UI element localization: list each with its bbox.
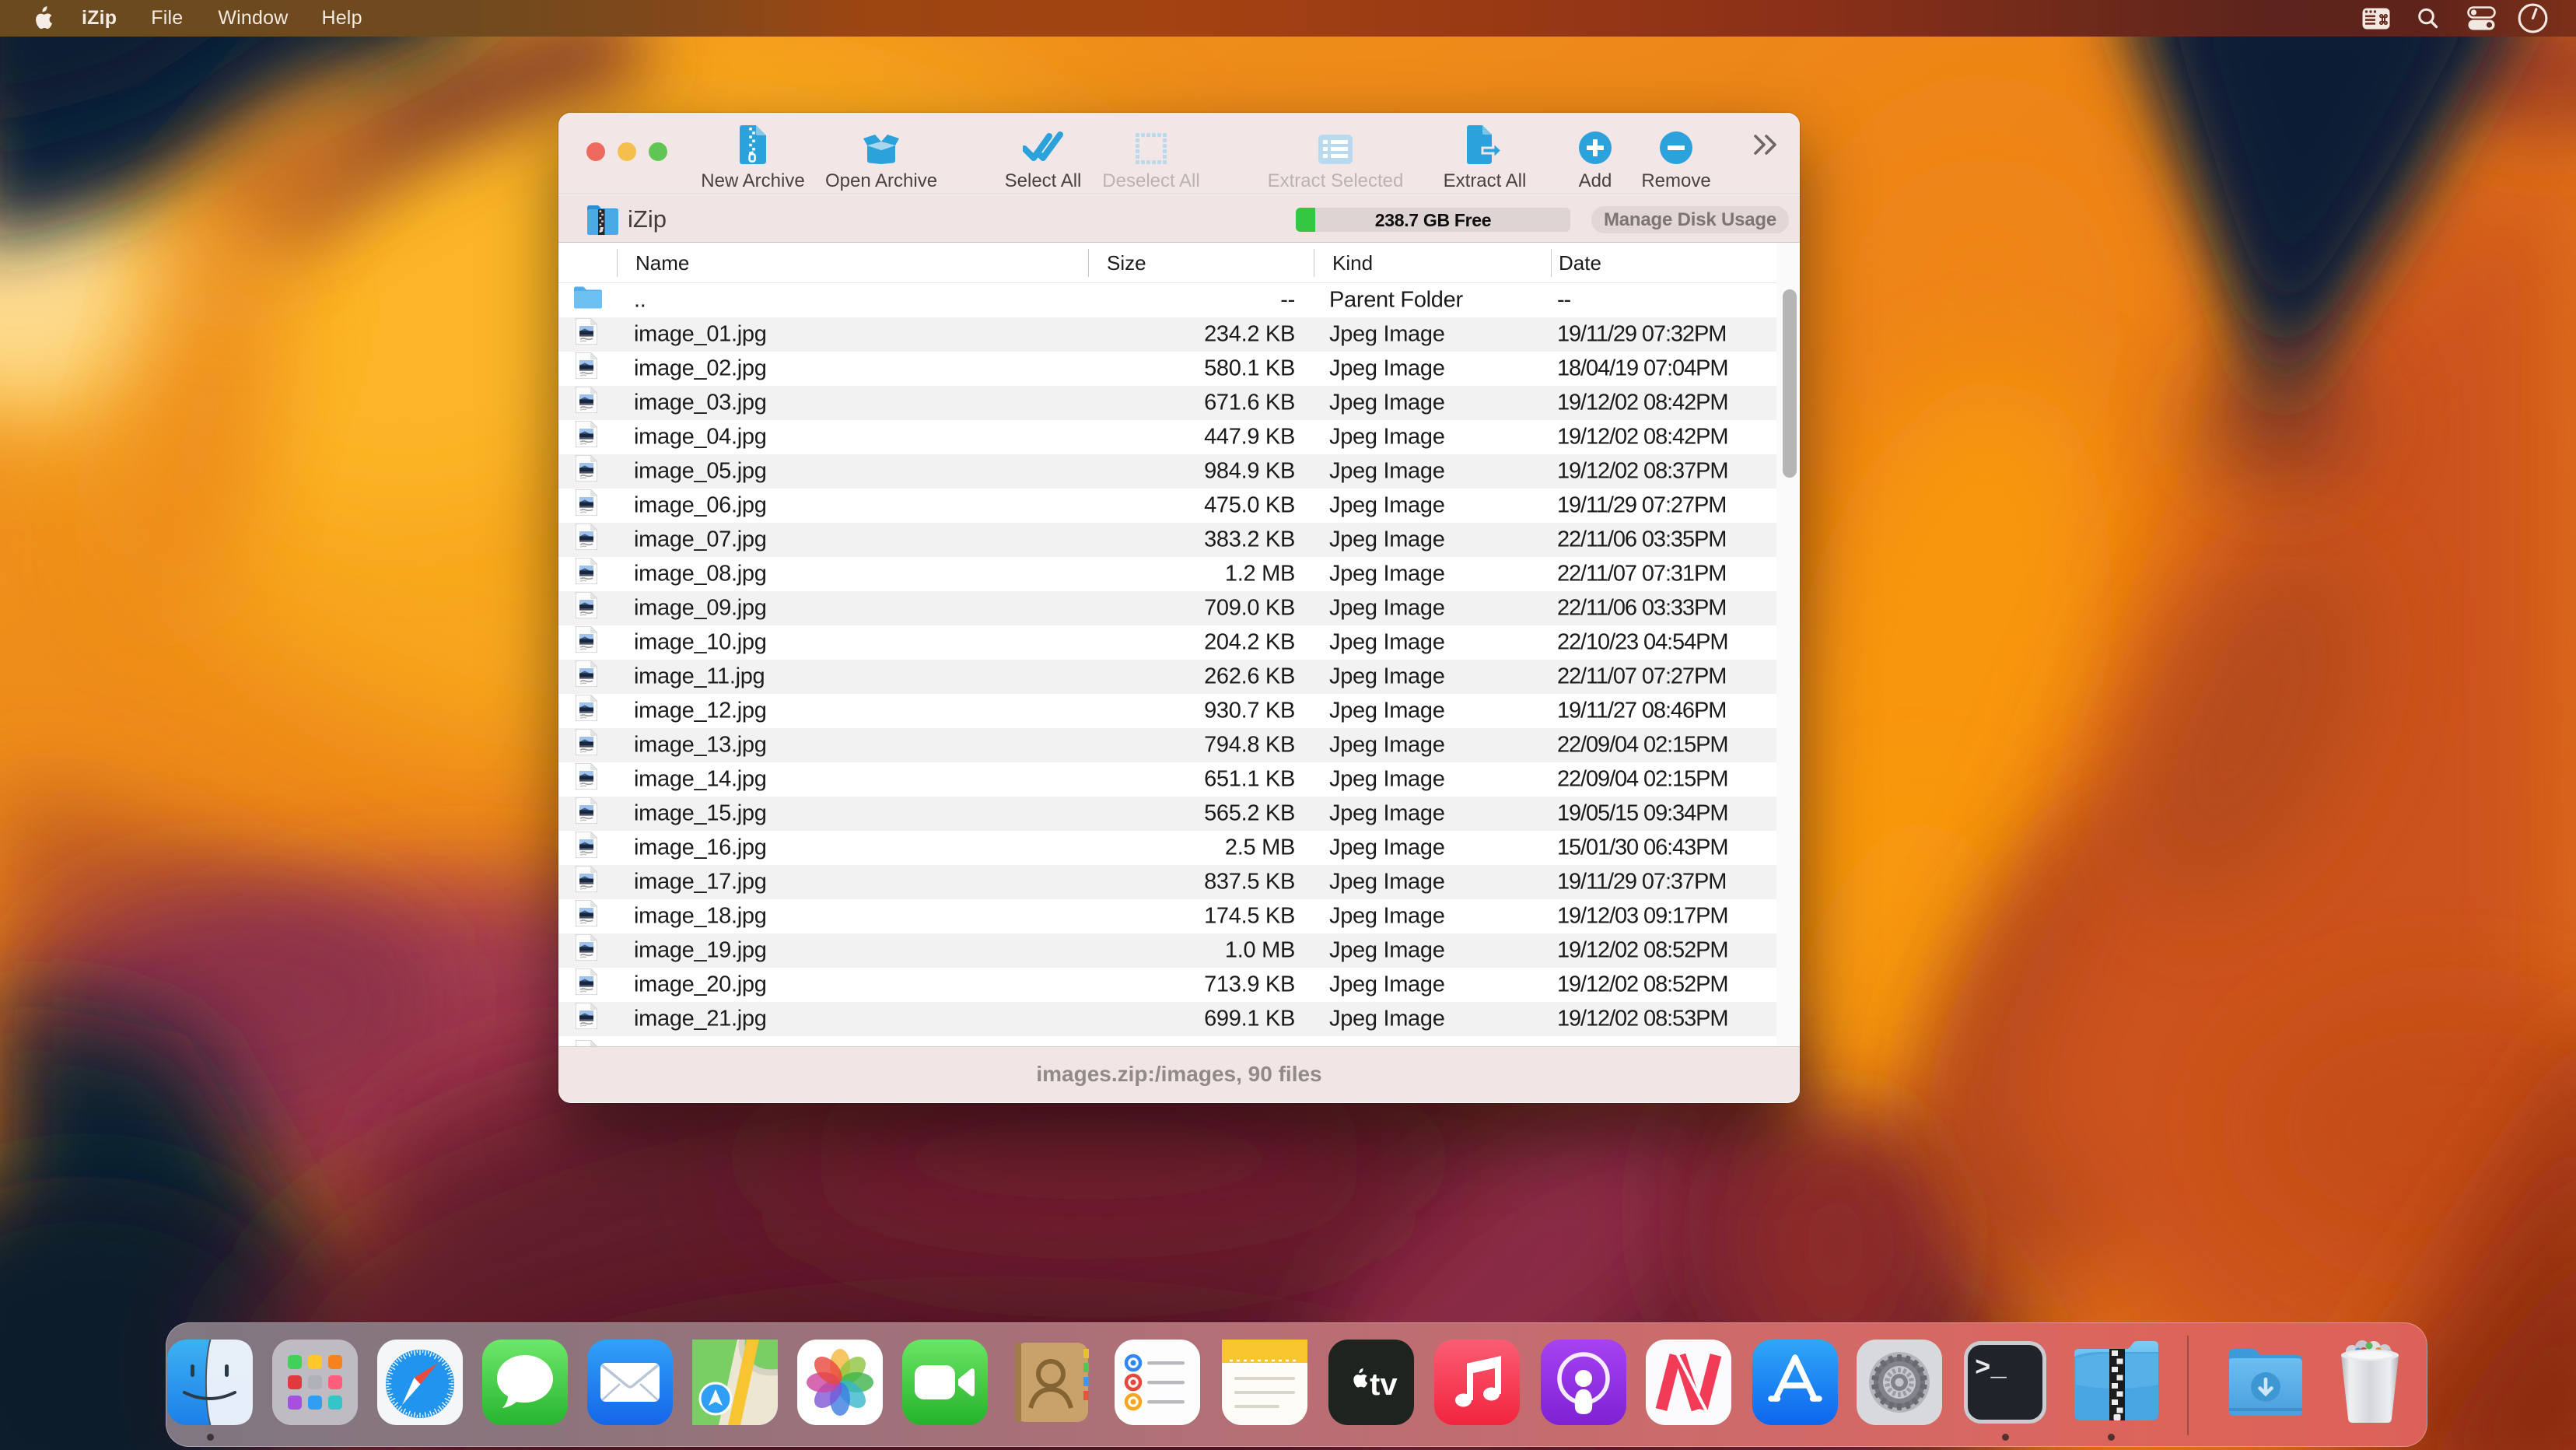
svg-text:tv: tv <box>1370 1368 1398 1402</box>
svg-text:>_: >_ <box>1975 1354 2007 1384</box>
